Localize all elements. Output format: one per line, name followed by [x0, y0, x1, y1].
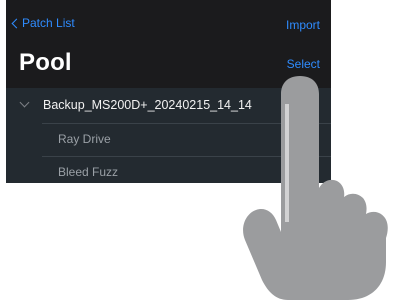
app-screen: Patch List Import Pool Select Backup_MS2…	[6, 0, 331, 183]
list-item[interactable]: Bleed Fuzz	[42, 156, 331, 183]
chevron-down-icon	[19, 97, 30, 108]
group-label: Backup_MS200D+_20240215_14_14	[43, 98, 252, 112]
import-button[interactable]: Import	[286, 18, 320, 32]
navigation-bar: Patch List Import	[6, 0, 331, 50]
group-row[interactable]: Backup_MS200D+_20240215_14_14	[6, 88, 331, 123]
list-item[interactable]: Ray Drive	[42, 123, 331, 156]
back-button-label: Patch List	[22, 16, 75, 30]
patch-list: Backup_MS200D+_20240215_14_14 Ray Drive …	[6, 88, 331, 183]
divider	[42, 123, 331, 124]
list-item-label: Ray Drive	[58, 132, 111, 146]
select-button[interactable]: Select	[287, 57, 320, 71]
page-title: Pool	[19, 49, 72, 76]
list-item-label: Bleed Fuzz	[58, 165, 119, 179]
back-button[interactable]: Patch List	[11, 16, 75, 30]
chevron-left-icon	[11, 18, 22, 28]
divider	[42, 156, 331, 157]
